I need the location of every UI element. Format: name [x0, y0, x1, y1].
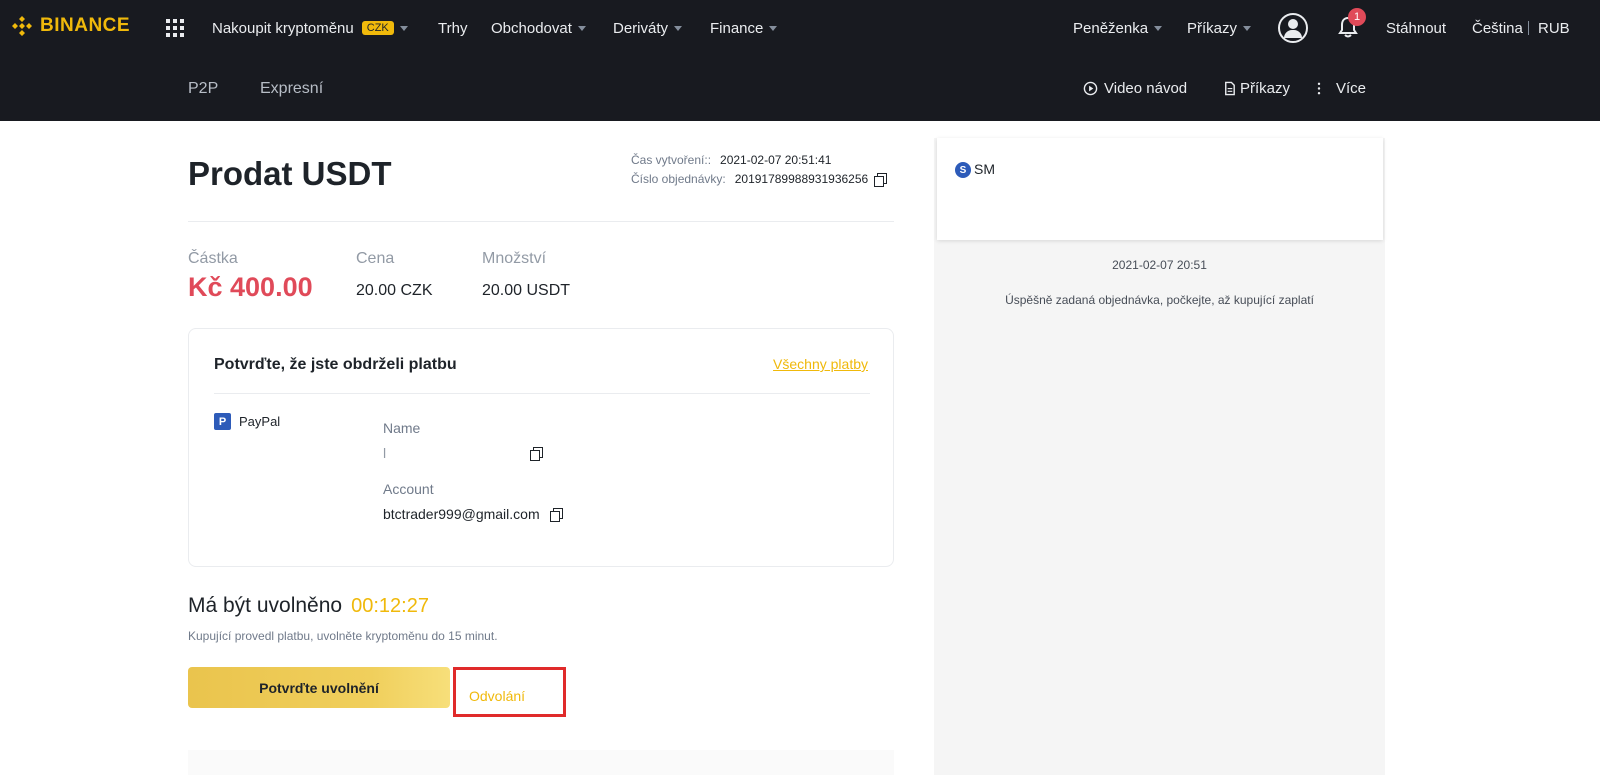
top-navbar: BINANCE Nakoupit kryptoměnu CZK Trhy Obc… [0, 0, 1600, 56]
tab-p2p[interactable]: P2P [188, 56, 218, 121]
user-avatar-icon[interactable] [1278, 13, 1308, 43]
orders-label: Příkazy [1240, 80, 1291, 97]
brand-name: BINANCE [40, 15, 131, 36]
notification-count-badge: 1 [1348, 8, 1366, 26]
price-label: Cena [356, 250, 395, 267]
binance-diamond-icon [12, 16, 32, 36]
nav-orders-label: Příkazy [1187, 19, 1238, 37]
release-hint: Kupující provedl platbu, uvolněte krypto… [188, 629, 498, 643]
video-guide-label: Video návod [1104, 80, 1188, 97]
nav-trade[interactable]: Obchodovat [491, 0, 586, 56]
nav-trade-label: Obchodovat [491, 19, 572, 37]
counterparty-name: SM [974, 161, 995, 177]
currency-badge: CZK [361, 21, 394, 35]
nav-markets[interactable]: Trhy [438, 0, 467, 56]
account-label: Account [383, 481, 434, 497]
created-time-value: 2021-02-07 20:51:41 [720, 153, 832, 167]
chevron-down-icon [399, 25, 408, 31]
nav-language[interactable]: Čeština [1472, 0, 1523, 56]
nav-wallet[interactable]: Peněženka [1073, 0, 1163, 56]
chevron-down-icon [769, 25, 778, 31]
account-field: btctrader999@gmail.com [383, 506, 563, 522]
order-number: Číslo objednávky: 20191789988931936256 [631, 172, 888, 187]
chevron-down-icon [674, 25, 683, 31]
chevron-down-icon [577, 25, 586, 31]
nav-wallet-label: Peněženka [1073, 19, 1149, 37]
chat-timestamp: 2021-02-07 20:51 [1112, 258, 1207, 272]
name-value: l [383, 445, 387, 461]
more-label: Více [1336, 80, 1367, 97]
nav-download[interactable]: Stáhnout [1386, 0, 1446, 56]
play-circle-icon [1083, 81, 1098, 96]
apps-grid-icon[interactable] [166, 19, 184, 37]
page-title: Prodat USDT [188, 155, 392, 192]
nav-derivatives-label: Deriváty [613, 19, 669, 37]
chat-system-message: Úspěšně zadaná objednávka, počkejte, až … [1005, 293, 1314, 307]
tab-express[interactable]: Expresní [260, 56, 323, 121]
quantity-value: 20.00 USDT [482, 282, 571, 299]
binance-logo[interactable]: BINANCE [10, 14, 130, 38]
name-label: Name [383, 420, 421, 436]
account-value: btctrader999@gmail.com [383, 506, 540, 522]
nav-derivatives[interactable]: Deriváty [613, 0, 683, 56]
chat-header: S SM [937, 138, 1383, 240]
nav-buy-crypto[interactable]: Nakoupit kryptoměnu CZK [212, 0, 408, 56]
payment-card-divider [214, 393, 870, 394]
price-value: 20.00 CZK [356, 282, 433, 299]
release-heading: Má být uvolněno 00:12:27 [188, 594, 429, 618]
release-title: Má být uvolněno [188, 594, 343, 617]
payment-card: Potvrďte, že jste obdrželi platbu Všechn… [188, 328, 894, 567]
created-time: Čas vytvoření:: 2021-02-07 20:51:41 [631, 153, 831, 167]
nav-finance-label: Finance [710, 19, 764, 37]
appeal-label: Odvolání [469, 688, 526, 704]
payment-card-title: Potvrďte, že jste obdrželi platbu [214, 356, 457, 373]
nav-buy-crypto-label: Nakoupit kryptoměnu [212, 19, 354, 37]
nav-currency[interactable]: RUB [1538, 0, 1570, 56]
appeal-button[interactable]: Odvolání [453, 667, 566, 717]
nav-orders[interactable]: Příkazy [1187, 0, 1252, 56]
countdown-timer: 00:12:27 [351, 595, 429, 617]
nav-separator [1528, 21, 1529, 35]
p2p-subnav: P2P Expresní Video návod Příkazy Více [0, 56, 1600, 121]
bottom-section [188, 750, 894, 775]
confirm-release-button[interactable]: Potvrďte uvolnění [188, 667, 450, 708]
amount-value: Kč 400.00 [188, 272, 313, 302]
quantity-label: Množství [482, 250, 547, 267]
copy-icon[interactable] [530, 446, 543, 461]
more-menu[interactable]: Více [1316, 56, 1366, 121]
payment-method-name: PayPal [239, 414, 281, 429]
copy-icon[interactable] [549, 507, 563, 522]
paypal-icon: P [214, 413, 231, 430]
counterparty-avatar: S [955, 162, 971, 178]
more-vertical-icon [1317, 82, 1321, 95]
created-time-label: Čas vytvoření:: [631, 153, 712, 167]
order-number-value: 20191789988931936256 [734, 172, 869, 186]
orders-link[interactable]: Příkazy [1222, 56, 1290, 121]
chevron-down-icon [1154, 25, 1163, 31]
amount-label: Částka [188, 250, 238, 267]
all-payments-link[interactable]: Všechny platby [773, 356, 868, 372]
order-number-label: Číslo objednávky: [631, 172, 726, 186]
video-guide-link[interactable]: Video návod [1083, 56, 1187, 121]
document-icon [1225, 81, 1235, 96]
header-divider [188, 221, 894, 222]
name-field: l [383, 445, 543, 461]
copy-icon[interactable] [874, 172, 888, 187]
nav-finance[interactable]: Finance [710, 0, 778, 56]
chevron-down-icon [1243, 25, 1252, 31]
